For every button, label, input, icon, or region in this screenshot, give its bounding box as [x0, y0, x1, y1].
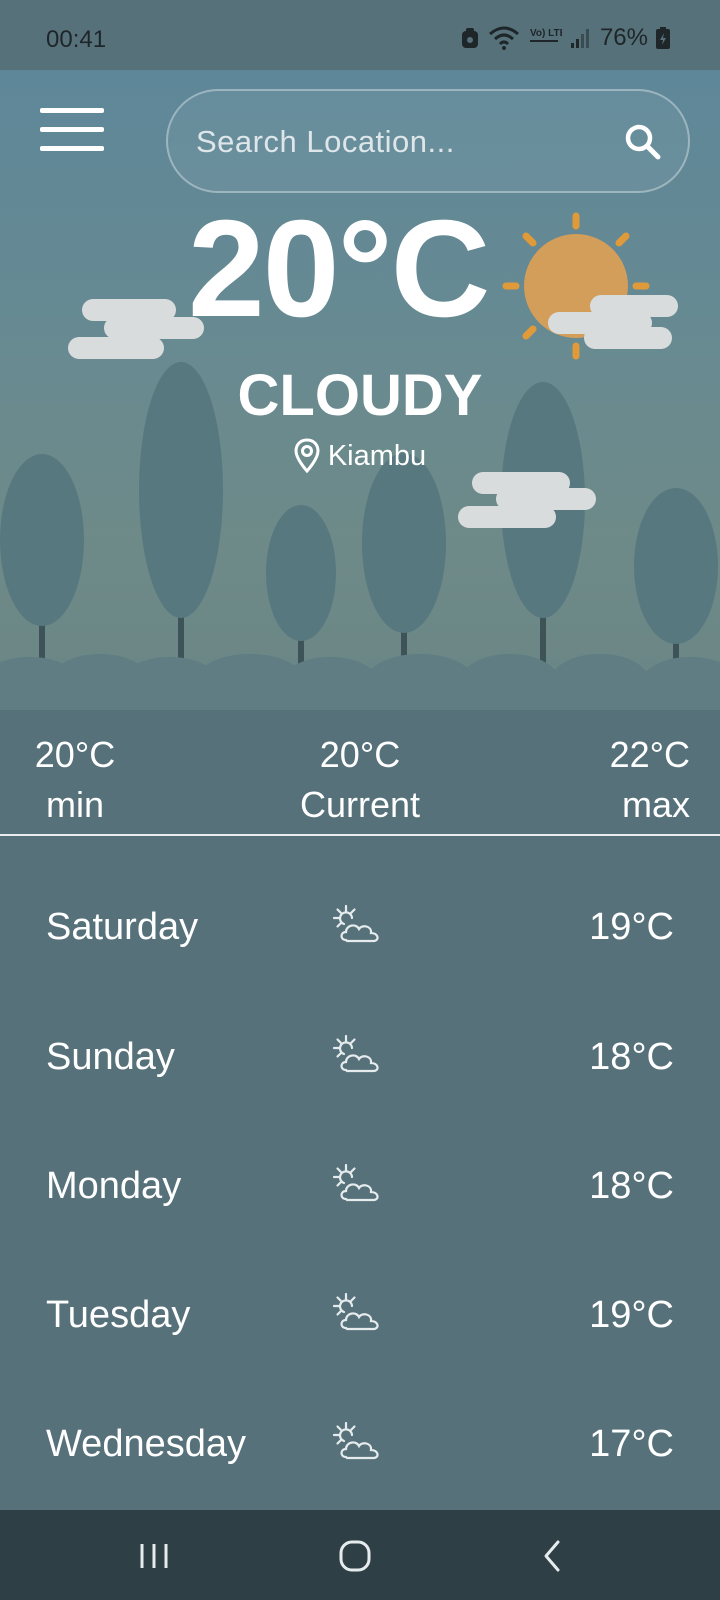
tree-1 — [0, 454, 84, 670]
forecast-row[interactable]: Monday 18°C — [0, 1151, 720, 1231]
forecast-row[interactable]: Tuesday 19°C — [0, 1280, 720, 1360]
forecast-day: Wednesday — [46, 1423, 246, 1465]
tree-3 — [266, 505, 336, 670]
search-input[interactable] — [196, 119, 596, 165]
stat-min: 20°C min — [30, 730, 120, 830]
forecast-row[interactable]: Wednesday 17°C — [0, 1409, 720, 1489]
stat-current: 20°C Current — [290, 730, 430, 830]
forecast-day: Tuesday — [46, 1294, 191, 1336]
back-icon[interactable] — [536, 1538, 580, 1574]
stat-max: 22°C max — [590, 730, 690, 830]
forecast-list: Saturday 19°C Sunday 18°C Monday 18°C Tu… — [0, 838, 720, 1510]
forecast-temp: 18°C — [589, 1036, 674, 1078]
sun-cloud-icon — [332, 1421, 379, 1460]
max-label: max — [621, 784, 690, 825]
search-box[interactable] — [166, 89, 690, 193]
forecast-row[interactable]: Sunday 18°C — [0, 1022, 720, 1102]
system-nav-bar — [0, 1510, 720, 1600]
signal-icon — [570, 29, 589, 48]
forecast-temp: 19°C — [589, 1294, 674, 1336]
location-pin-icon — [294, 438, 320, 474]
menu-bar-top — [40, 108, 104, 113]
status-bar: 00:41 Vo) LTE1 76% — [0, 0, 720, 70]
menu-bar-middle — [40, 127, 104, 132]
battery-percent: 76% — [599, 24, 648, 51]
current-label: Current — [299, 784, 421, 825]
menu-button[interactable] — [40, 108, 104, 152]
min-value: 20°C — [34, 734, 116, 775]
sun-cloud-icon — [332, 904, 379, 943]
forecast-temp: 19°C — [589, 906, 674, 948]
wifi-icon — [488, 26, 519, 50]
forecast-temp: 17°C — [589, 1423, 674, 1465]
lte-icon: Vo) LTE1 — [529, 28, 562, 42]
temperature-stats: 20°C min 20°C Current 22°C max — [0, 710, 720, 836]
weather-condition: CLOUDY — [237, 363, 483, 428]
battery-icon — [656, 27, 670, 49]
sun-cloud-icon — [332, 1292, 379, 1331]
max-value: 22°C — [609, 734, 690, 775]
lte-label: Vo) LTE1 — [530, 28, 562, 39]
search-icon[interactable] — [624, 123, 662, 161]
forecast-day: Sunday — [46, 1036, 175, 1078]
location-label: Kiambu — [0, 438, 720, 474]
min-label: min — [45, 784, 104, 825]
menu-bar-bottom — [40, 146, 104, 151]
notification-icon — [461, 28, 478, 48]
forecast-day: Saturday — [46, 906, 199, 948]
forecast-temp: 18°C — [589, 1165, 674, 1207]
location-name: Kiambu — [327, 439, 427, 472]
sun-cloud-icon — [332, 1163, 379, 1202]
bushes — [0, 654, 720, 710]
status-icons: Vo) LTE1 76% — [460, 24, 670, 52]
current-temperature: 20°C — [188, 192, 490, 346]
sun-cloud-icon — [332, 1034, 379, 1073]
recents-icon[interactable] — [134, 1538, 178, 1574]
home-icon[interactable] — [334, 1538, 378, 1574]
cloud-left — [68, 299, 204, 359]
forecast-day: Monday — [46, 1165, 182, 1207]
tree-4 — [362, 453, 446, 670]
status-time: 00:41 — [46, 26, 107, 53]
tree-6 — [634, 488, 718, 675]
forecast-row[interactable]: Saturday 19°C — [0, 892, 720, 972]
current-value: 20°C — [319, 734, 401, 775]
